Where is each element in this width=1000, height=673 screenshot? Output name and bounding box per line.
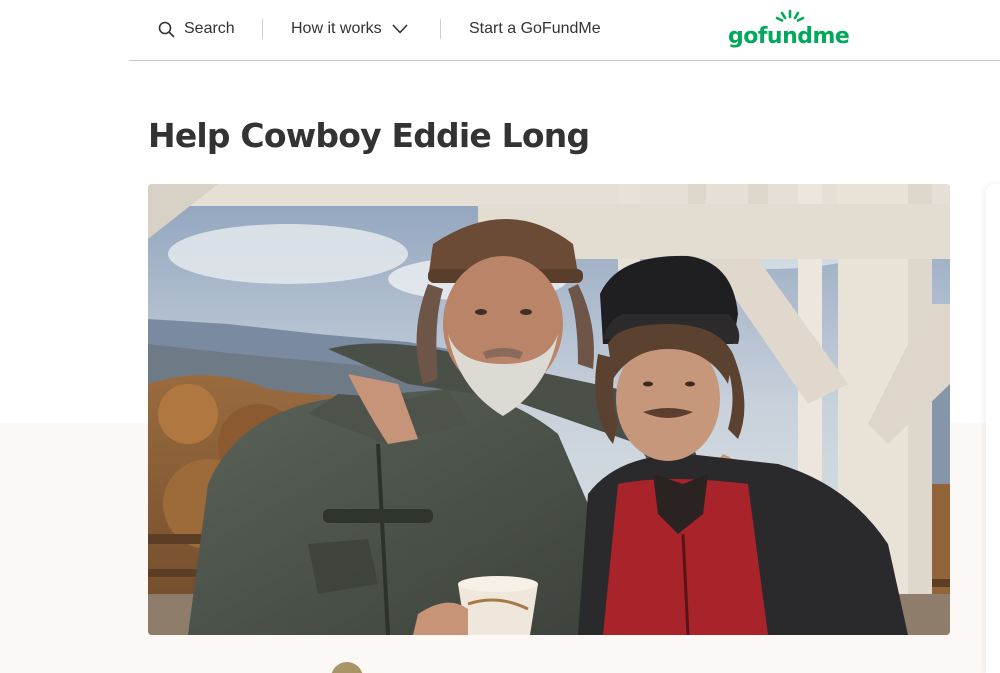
top-navigation: Search How it works Start a GoFundMe gof… — [129, 0, 1000, 61]
photo-illustration — [148, 184, 950, 635]
search-label: Search — [184, 20, 235, 37]
sun-icon — [775, 9, 805, 22]
chevron-down-icon — [392, 24, 408, 34]
page: Search How it works Start a GoFundMe gof… — [0, 0, 1000, 673]
campaign-title: Help Cowboy Eddie Long — [148, 116, 590, 155]
search-button[interactable]: Search — [158, 18, 235, 40]
donation-sidebar-card — [986, 184, 1000, 673]
how-it-works-label: How it works — [291, 20, 382, 37]
search-icon — [158, 21, 175, 37]
gofundme-logo[interactable]: gofundme — [728, 8, 853, 54]
nav-divider — [262, 19, 263, 39]
campaign-photo[interactable] — [148, 184, 950, 635]
how-it-works-menu[interactable]: How it works — [291, 18, 408, 40]
nav-divider — [440, 19, 441, 39]
logo-wordmark: gofundme — [728, 24, 850, 49]
start-gofundme-link[interactable]: Start a GoFundMe — [469, 18, 601, 40]
start-gofundme-label: Start a GoFundMe — [469, 20, 601, 37]
